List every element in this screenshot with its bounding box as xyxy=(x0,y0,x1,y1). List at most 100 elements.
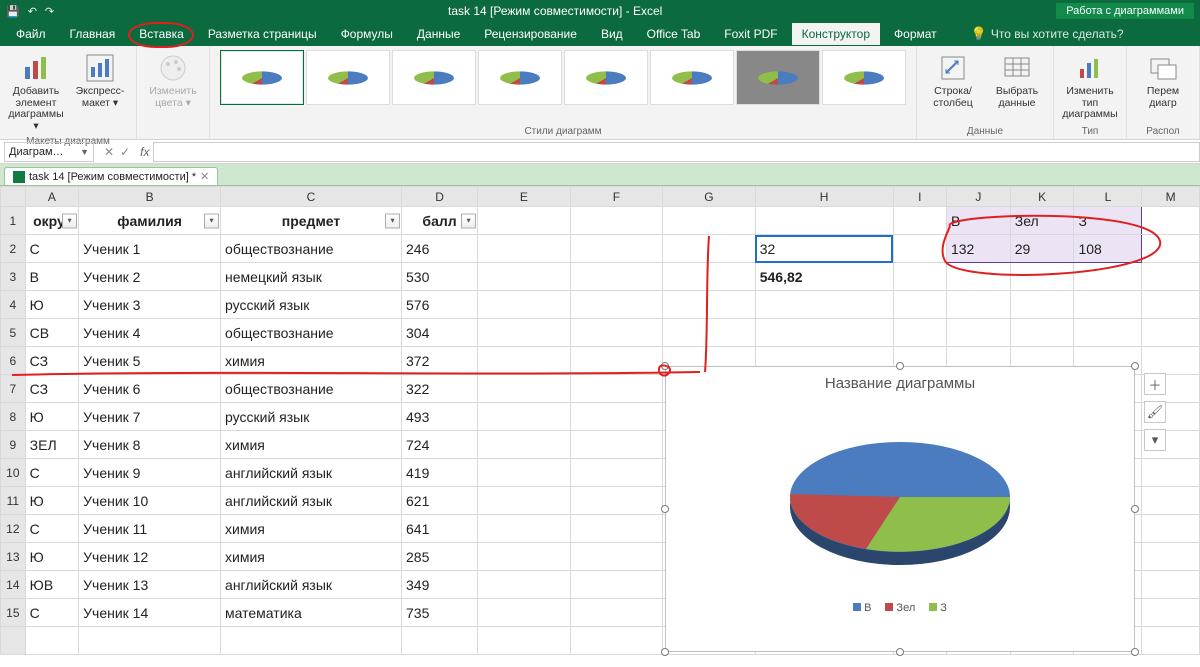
col-header[interactable]: E xyxy=(478,187,571,207)
enter-icon[interactable]: ✓ xyxy=(120,145,130,159)
row-header[interactable]: 2 xyxy=(1,235,26,263)
cell[interactable]: Ученик 12 xyxy=(79,543,221,571)
cell[interactable]: 246 xyxy=(402,235,478,263)
resize-handle[interactable] xyxy=(896,362,904,370)
chart-style-gallery[interactable] xyxy=(220,50,906,105)
cell[interactable]: Ученик 3 xyxy=(79,291,221,319)
cell[interactable]: Ученик 7 xyxy=(79,403,221,431)
cell[interactable] xyxy=(478,627,571,655)
cell[interactable] xyxy=(25,627,78,655)
cell[interactable]: русский язык xyxy=(221,291,402,319)
cell[interactable]: С xyxy=(25,235,78,263)
cell[interactable]: немецкий язык xyxy=(221,263,402,291)
resize-handle[interactable] xyxy=(1131,648,1139,656)
cell[interactable]: Ученик 5 xyxy=(79,347,221,375)
cell[interactable] xyxy=(1142,515,1200,543)
row-header[interactable]: 11 xyxy=(1,487,26,515)
cell[interactable]: химия xyxy=(221,431,402,459)
close-tab-icon[interactable]: ✕ xyxy=(200,170,209,183)
chart-style-thumb[interactable] xyxy=(392,50,476,105)
tab-data[interactable]: Данные xyxy=(407,23,470,45)
chart-style-thumb[interactable] xyxy=(478,50,562,105)
cell[interactable] xyxy=(663,263,756,291)
chart-style-thumb[interactable] xyxy=(650,50,734,105)
row-header[interactable]: 7 xyxy=(1,375,26,403)
col-header[interactable]: B xyxy=(79,187,221,207)
col-header[interactable]: L xyxy=(1074,187,1142,207)
cell[interactable] xyxy=(1142,571,1200,599)
col-header[interactable]: M xyxy=(1142,187,1200,207)
cell[interactable] xyxy=(570,543,663,571)
quick-layout-button[interactable]: Экспресс-макет ▾ xyxy=(70,50,130,111)
cell[interactable] xyxy=(1142,291,1200,319)
row-header[interactable]: 6 xyxy=(1,347,26,375)
col-header[interactable]: D xyxy=(402,187,478,207)
spreadsheet-grid[interactable]: A B C D E F G H I J K L M 1округ▾фамилия… xyxy=(0,186,1200,667)
tab-formulas[interactable]: Формулы xyxy=(331,23,403,45)
cell[interactable] xyxy=(570,627,663,655)
cell[interactable] xyxy=(1142,599,1200,627)
cell[interactable] xyxy=(663,319,756,347)
filter-button[interactable]: ▾ xyxy=(461,213,476,228)
cell[interactable] xyxy=(570,487,663,515)
cell[interactable]: Ученик 11 xyxy=(79,515,221,543)
cell[interactable] xyxy=(893,319,946,347)
select-data-button[interactable]: Выбрать данные xyxy=(987,50,1047,111)
cell[interactable]: балл▾ xyxy=(402,207,478,235)
cell[interactable] xyxy=(1142,627,1200,655)
cell[interactable] xyxy=(1142,347,1200,375)
cell[interactable]: фамилия▾ xyxy=(79,207,221,235)
cell[interactable]: химия xyxy=(221,515,402,543)
cell[interactable]: Ю xyxy=(25,543,78,571)
tab-office-tab[interactable]: Office Tab xyxy=(637,23,711,45)
row-header[interactable]: 4 xyxy=(1,291,26,319)
cell[interactable] xyxy=(1142,207,1200,235)
cell[interactable] xyxy=(570,515,663,543)
cell[interactable] xyxy=(1010,263,1074,291)
cell[interactable] xyxy=(478,263,571,291)
cell[interactable]: Ученик 14 xyxy=(79,599,221,627)
resize-handle[interactable] xyxy=(1131,505,1139,513)
cell[interactable] xyxy=(478,487,571,515)
resize-handle[interactable] xyxy=(661,362,669,370)
cell[interactable]: ЗЕЛ xyxy=(25,431,78,459)
cell[interactable]: С xyxy=(25,515,78,543)
cell[interactable]: Ученик 9 xyxy=(79,459,221,487)
cell[interactable] xyxy=(946,319,1010,347)
cell[interactable] xyxy=(478,431,571,459)
cell[interactable] xyxy=(1142,319,1200,347)
chart-filters-button[interactable]: ▾ xyxy=(1144,429,1166,451)
cell[interactable] xyxy=(570,207,663,235)
col-header[interactable]: J xyxy=(946,187,1010,207)
cell[interactable] xyxy=(570,235,663,263)
resize-handle[interactable] xyxy=(661,505,669,513)
cell[interactable]: 724 xyxy=(402,431,478,459)
cell[interactable] xyxy=(570,571,663,599)
cell[interactable]: округ▾ xyxy=(25,207,78,235)
chart-style-thumb[interactable] xyxy=(564,50,648,105)
cell[interactable]: 29 xyxy=(1010,235,1074,263)
chart-title[interactable]: Название диаграммы xyxy=(666,367,1134,392)
fx-label[interactable]: fx xyxy=(136,145,153,159)
tab-foxit[interactable]: Foxit PDF xyxy=(714,23,787,45)
cell[interactable] xyxy=(755,291,893,319)
cell[interactable] xyxy=(946,263,1010,291)
chart-style-thumb[interactable] xyxy=(220,50,304,105)
move-chart-button[interactable]: Перем диагр xyxy=(1133,50,1193,111)
cell[interactable] xyxy=(402,627,478,655)
cell[interactable]: Ю xyxy=(25,487,78,515)
cell[interactable]: Ученик 6 xyxy=(79,375,221,403)
switch-row-column-button[interactable]: Строка/ столбец xyxy=(923,50,983,111)
cell[interactable]: Зел xyxy=(1010,207,1074,235)
tab-page-layout[interactable]: Разметка страницы xyxy=(198,23,327,45)
row-header[interactable]: 15 xyxy=(1,599,26,627)
add-chart-element-button[interactable]: Добавить элемент диаграммы ▾ xyxy=(6,50,66,134)
cell[interactable] xyxy=(478,403,571,431)
col-header[interactable]: G xyxy=(663,187,756,207)
cell[interactable] xyxy=(1074,263,1142,291)
cell[interactable] xyxy=(570,403,663,431)
cell[interactable] xyxy=(755,207,893,235)
cell[interactable] xyxy=(570,263,663,291)
cell[interactable]: химия xyxy=(221,347,402,375)
cell[interactable]: 576 xyxy=(402,291,478,319)
